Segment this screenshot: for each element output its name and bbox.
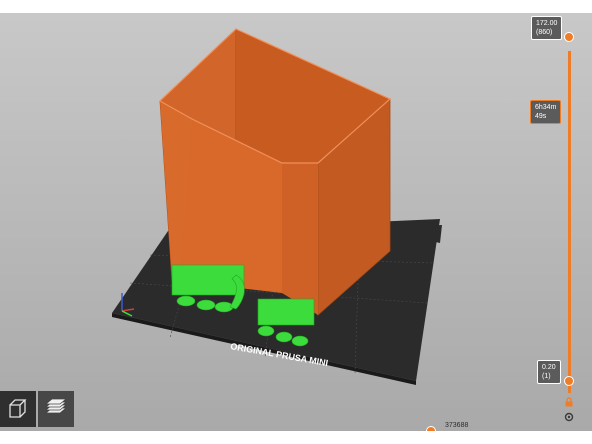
print-scene: ORIGINAL PRUSA MINI: [112, 28, 442, 385]
layer-slider-track[interactable]: [568, 51, 571, 393]
layer-bottom-value: 0.20 (1): [537, 360, 561, 384]
move-slider-value: 373688: [445, 422, 469, 429]
preview-layers-button[interactable]: [38, 391, 74, 427]
layers-preview-icon: [44, 398, 68, 414]
3d-viewport[interactable]: ORIGINAL PRUSA MINI 172.00 (860) 6h34m 4…: [0, 13, 592, 431]
move-slider-knob[interactable]: [426, 426, 436, 431]
layer-top-value: 172.00 (860): [531, 16, 563, 40]
layer-slider-bottom-knob[interactable]: [564, 376, 574, 386]
estimated-time-label: 6h34m 49s: [530, 100, 562, 124]
layer-slider-top-knob[interactable]: [564, 32, 574, 42]
3d-view-button[interactable]: [0, 391, 36, 427]
model-front-right: [282, 163, 318, 315]
lock-icon[interactable]: [564, 397, 574, 407]
settings-cog-icon[interactable]: [563, 411, 575, 423]
3d-view-cube-icon: [9, 399, 27, 418]
